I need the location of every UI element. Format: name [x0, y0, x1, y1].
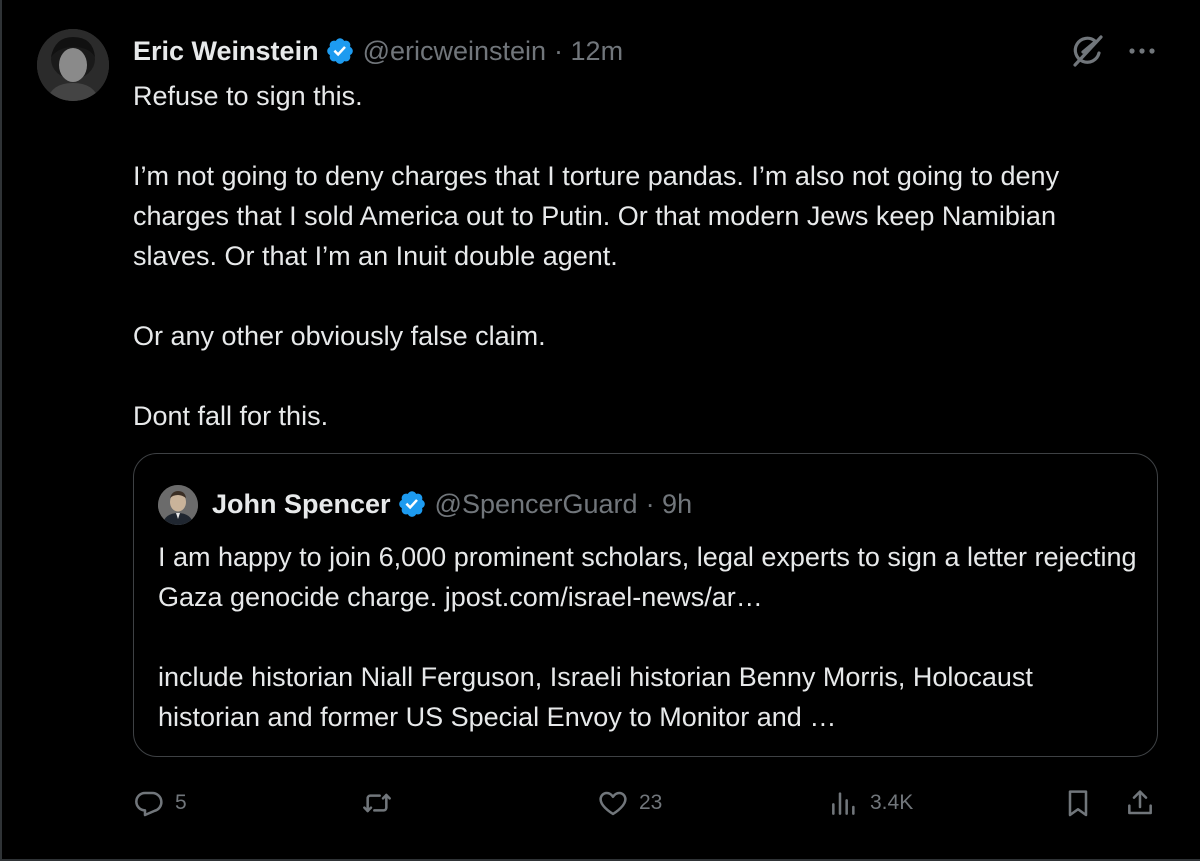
quoted-author-name[interactable]: John Spencer: [212, 489, 391, 520]
quoted-post-paragraph: include historian Niall Ferguson, Israel…: [158, 662, 1033, 732]
quoted-author-avatar[interactable]: [158, 485, 198, 525]
reply-button[interactable]: 5: [133, 780, 187, 826]
share-button[interactable]: [1124, 780, 1156, 826]
views-button[interactable]: 3.4K: [828, 780, 913, 826]
author-handle[interactable]: @ericweinstein: [363, 36, 546, 67]
bookmark-icon: [1062, 787, 1094, 819]
post-paragraph: Dont fall for this.: [133, 401, 329, 431]
post-paragraph: Or any other obviously false claim.: [133, 321, 546, 351]
like-button[interactable]: 23: [597, 780, 662, 826]
grok-icon[interactable]: [1068, 32, 1106, 70]
repost-icon: [360, 787, 394, 819]
quoted-post-paragraph: I am happy to join 6,000 prominent schol…: [158, 542, 1137, 612]
post-paragraph: Refuse to sign this.: [133, 81, 363, 111]
tweet-card[interactable]: Eric Weinstein @ericweinstein · 12m Refu…: [0, 0, 1200, 861]
bookmark-button[interactable]: [1062, 780, 1094, 826]
author-name[interactable]: Eric Weinstein: [133, 36, 319, 67]
post-header: Eric Weinstein @ericweinstein · 12m: [133, 32, 623, 70]
like-count: 23: [639, 791, 663, 814]
action-bar: 5 23 3.4K: [133, 780, 1163, 826]
reply-icon: [133, 787, 165, 819]
verified-badge-icon: [397, 489, 427, 519]
more-options-icon[interactable]: [1125, 36, 1159, 66]
quoted-post-text: I am happy to join 6,000 prominent schol…: [158, 537, 1138, 737]
author-avatar[interactable]: [37, 29, 109, 101]
share-icon: [1124, 787, 1156, 819]
post-time[interactable]: · 12m: [554, 36, 623, 67]
quoted-post-card[interactable]: John Spencer @SpencerGuard · 9h I am hap…: [133, 453, 1158, 757]
verified-badge-icon: [325, 36, 355, 66]
post-text: Refuse to sign this. I’m not going to de…: [133, 76, 1143, 436]
views-chart-icon: [828, 787, 860, 819]
post-paragraph: I’m not going to deny charges that I tor…: [133, 161, 1060, 271]
heart-icon: [597, 787, 629, 819]
quoted-author-handle[interactable]: @SpencerGuard: [435, 489, 638, 520]
views-count: 3.4K: [870, 791, 914, 814]
repost-button[interactable]: [360, 780, 404, 826]
quoted-post-header: John Spencer @SpencerGuard · 9h: [212, 484, 692, 524]
reply-count: 5: [175, 791, 187, 814]
quoted-post-time[interactable]: · 9h: [646, 489, 693, 520]
